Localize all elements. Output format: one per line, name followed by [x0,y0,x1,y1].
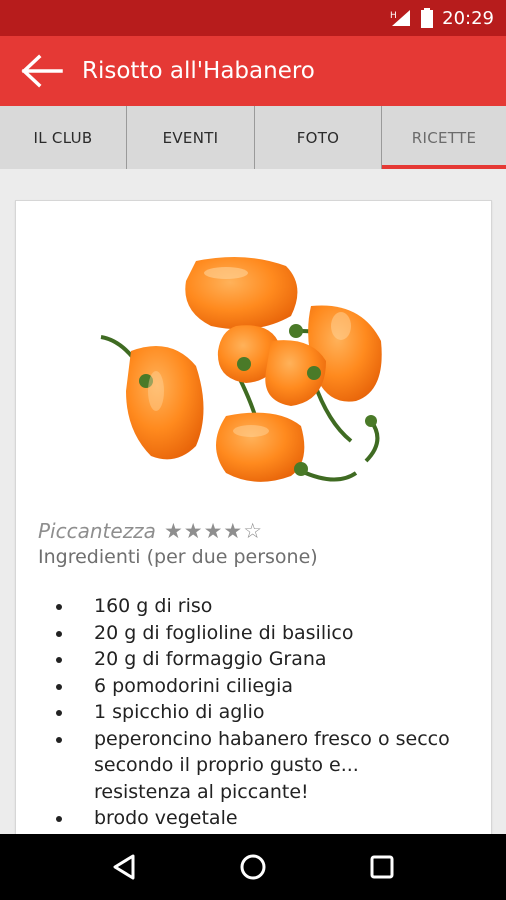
nav-home-button[interactable] [223,837,283,897]
spiciness-stars: ★★★★☆ [163,519,264,543]
back-button[interactable] [0,36,82,106]
ingredient-item: peperoncino habanero fresco o secco seco… [74,726,459,806]
circle-home-icon [240,854,266,880]
spiciness-label: Piccantezza [38,519,156,543]
ingredients-title: Ingredienti (per due persone) [38,546,318,568]
screen: H 20:29 Risotto all'Habanero IL CLUB EVE… [0,0,506,900]
tab-foto[interactable]: FOTO [255,106,382,169]
network-type-label: H [390,11,397,21]
status-time: 20:29 [442,7,494,29]
status-bar: H 20:29 [0,0,506,36]
triangle-back-icon [113,854,135,880]
navigation-bar [0,834,506,900]
recipe-card: Piccantezza ★★★★☆ Ingredienti (per due p… [15,200,492,834]
content-area[interactable]: Piccantezza ★★★★☆ Ingredienti (per due p… [0,169,506,834]
ingredients-list: 160 g di riso 20 g di foglioline di basi… [74,593,459,832]
spiciness-rating: Piccantezza ★★★★☆ [38,519,263,543]
habanero-peppers-photo [100,257,382,482]
ingredient-item: 20 g di foglioline di basilico [74,620,459,647]
square-recents-icon [370,855,394,879]
nav-recents-button[interactable] [352,837,412,897]
page-title: Risotto all'Habanero [82,58,315,84]
tab-eventi[interactable]: EVENTI [127,106,255,169]
signal-icon: H [388,8,412,28]
ingredient-item: 160 g di riso [74,593,459,620]
arrow-back-icon [21,54,63,88]
ingredient-item: 20 g di formaggio Grana [74,646,459,673]
tab-il-club[interactable]: IL CLUB [0,106,127,169]
app-bar: Risotto all'Habanero [0,36,506,106]
ingredient-item: brodo vegetale [74,805,459,832]
ingredient-item: 1 spicchio di aglio [74,699,459,726]
battery-icon [420,7,434,29]
nav-back-button[interactable] [94,837,154,897]
ingredient-item: 6 pomodorini ciliegia [74,673,459,700]
tab-bar: IL CLUB EVENTI FOTO RICETTE [0,106,506,169]
tab-ricette[interactable]: RICETTE [382,106,506,169]
